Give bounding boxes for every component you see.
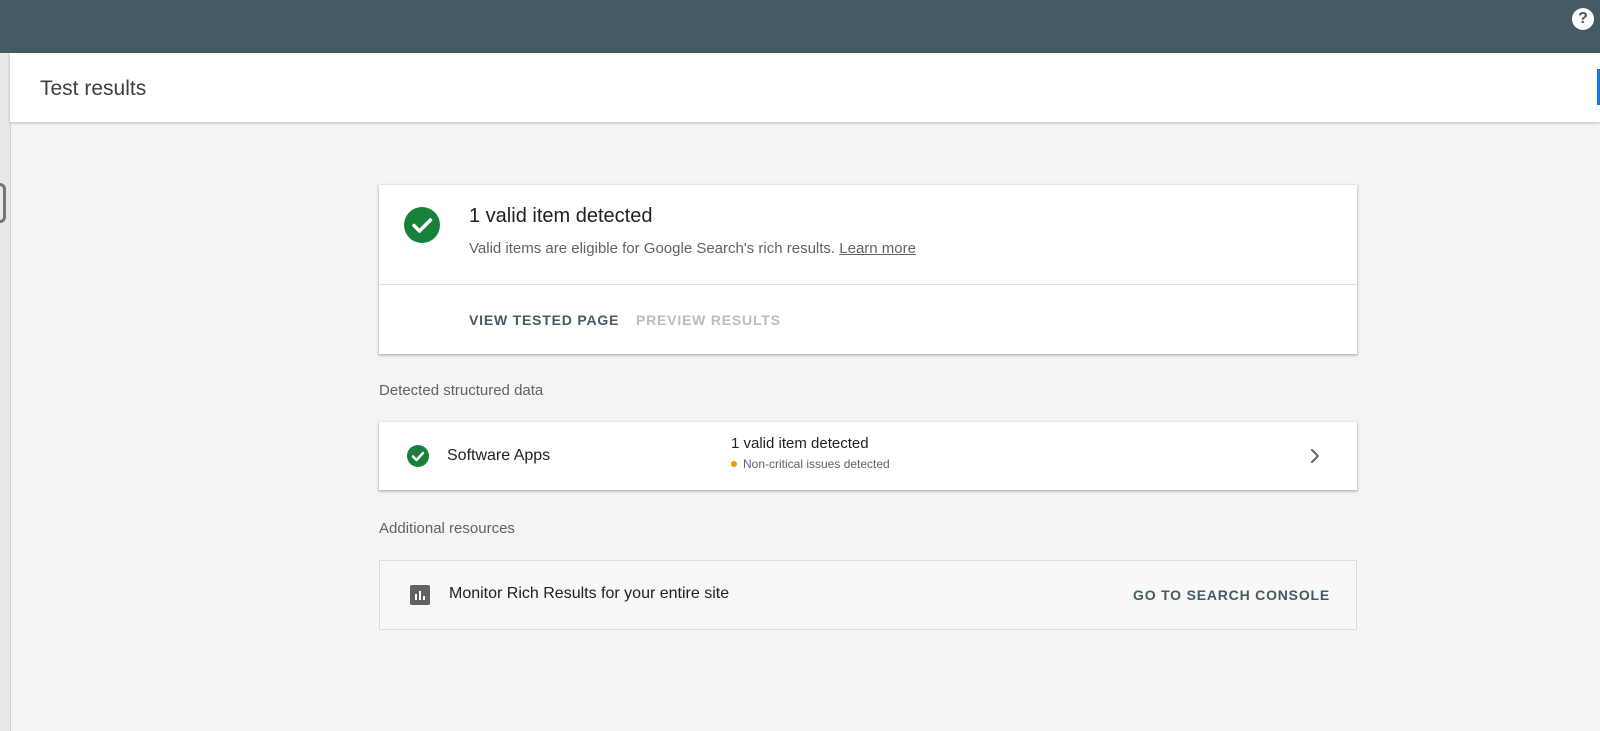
divider [379,284,1357,285]
additional-resources-label: Additional resources [379,520,515,537]
collapsed-panel-handle[interactable] [0,183,6,223]
warning-dot-icon [731,460,737,467]
chevron-right-icon[interactable] [1303,444,1327,468]
top-bar: ? [0,0,1600,53]
item-sub-status-text: Non-critical issues detected [743,457,890,471]
resource-card: Monitor Rich Results for your entire sit… [379,560,1357,630]
summary-title: 1 valid item detected [469,205,653,227]
header-panel: Test results [10,53,1600,122]
bar-chart-icon [410,585,430,605]
left-edge-panel [0,53,11,731]
page-title: Test results [40,77,147,100]
summary-description-text: Valid items are eligible for Google Sear… [469,240,836,257]
resource-text: Monitor Rich Results for your entire sit… [449,585,730,602]
check-circle-icon [404,207,440,243]
summary-description: Valid items are eligible for Google Sear… [469,240,916,257]
detected-structured-data-label: Detected structured data [379,382,544,399]
item-sub-status: Non-critical issues detected [731,457,890,471]
help-icon[interactable]: ? [1572,8,1594,30]
preview-results-button[interactable]: PREVIEW RESULTS [636,312,781,328]
item-name: Software Apps [447,447,551,464]
check-circle-icon [407,445,429,467]
summary-card: 1 valid item detected Valid items are el… [379,185,1357,354]
view-tested-page-button[interactable]: VIEW TESTED PAGE [469,312,619,328]
learn-more-link[interactable]: Learn more [839,240,916,257]
item-status: 1 valid item detected [731,435,869,452]
structured-data-item-software-apps[interactable]: Software Apps 1 valid item detected Non-… [379,422,1357,490]
go-to-search-console-button[interactable]: GO TO SEARCH CONSOLE [1133,587,1330,603]
